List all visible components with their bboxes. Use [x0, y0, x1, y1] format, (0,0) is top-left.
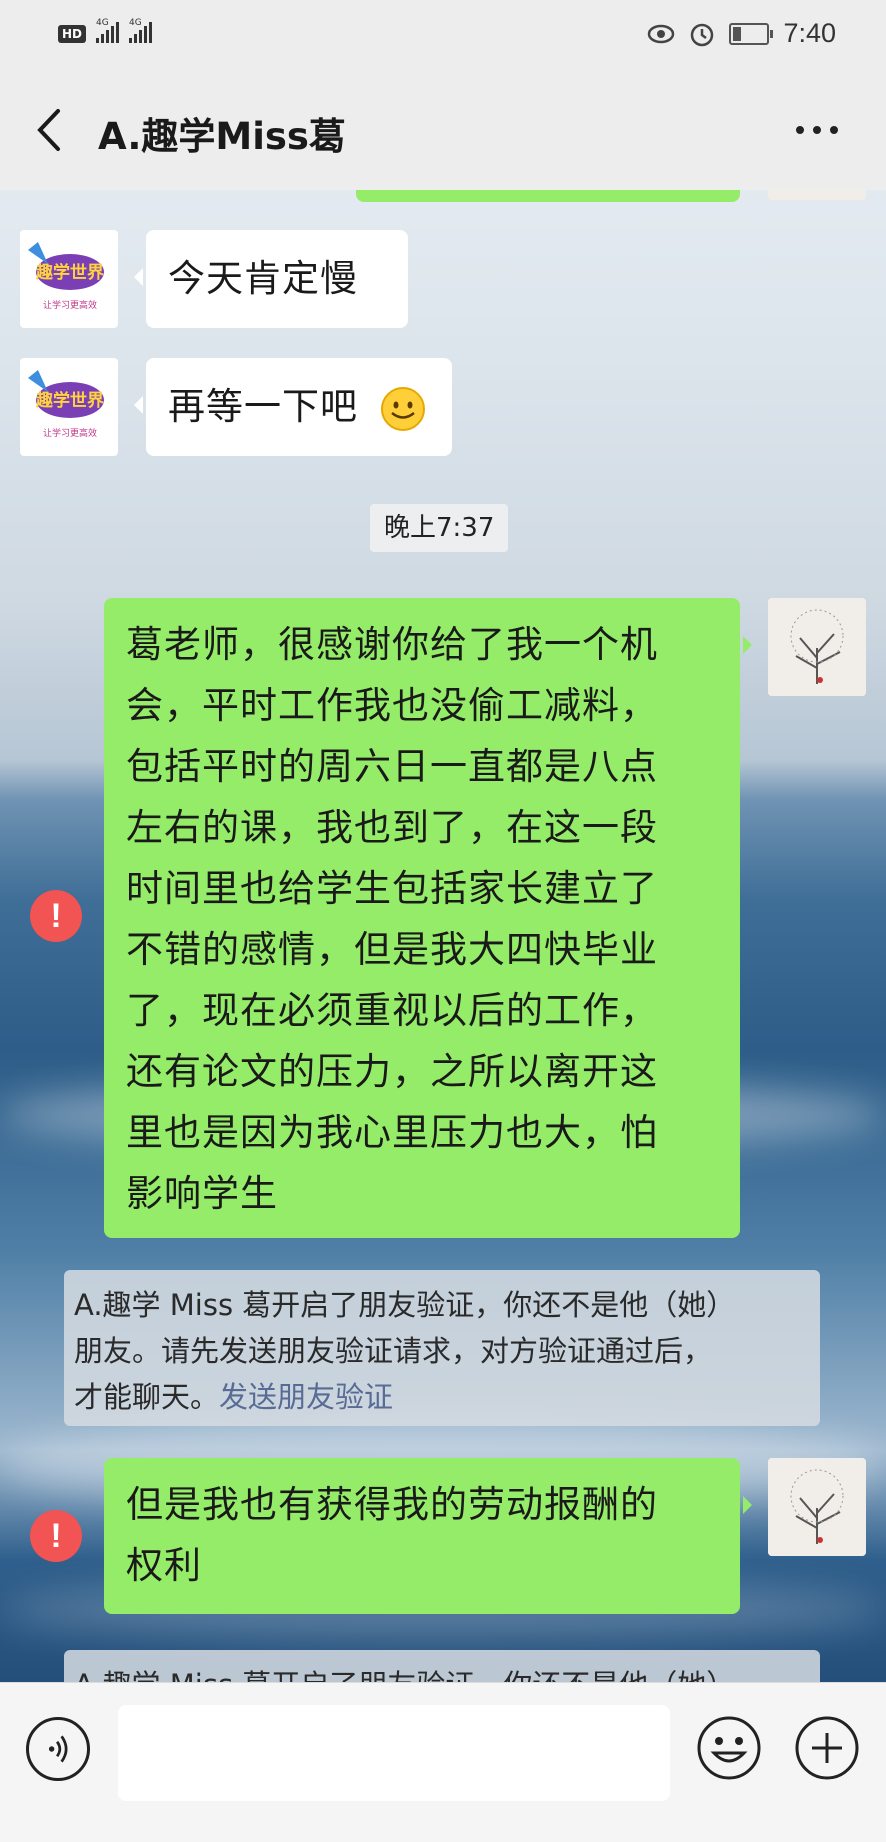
- status-bar: HD 4G 4G 7:40: [0, 0, 886, 72]
- input-bar: [0, 1682, 886, 1842]
- my-avatar[interactable]: [768, 598, 866, 696]
- chat-title: A.趣学Miss葛: [98, 115, 346, 158]
- friend-verification-notice: A.趣学 Miss 葛开启了朋友验证，你还不是他（她） 朋友。请先发送朋友验证请…: [64, 1270, 820, 1426]
- plus-icon[interactable]: [792, 1713, 862, 1783]
- more-icon[interactable]: [796, 126, 838, 134]
- clock: 7:40: [783, 18, 836, 48]
- svg-text:让学习更高效: 让学习更高效: [43, 427, 97, 439]
- svg-text:让学习更高效: 让学习更高效: [43, 299, 97, 311]
- eye-icon: [648, 24, 675, 43]
- contact-avatar[interactable]: 趣学世界 让学习更高效: [20, 358, 118, 456]
- message-bubble-incoming[interactable]: 今天肯定慢: [134, 230, 408, 328]
- send-verification-link[interactable]: 发送朋友验证: [219, 1380, 393, 1414]
- send-failed-icon[interactable]: !: [30, 1510, 82, 1562]
- timestamp: 晚上7:37: [370, 504, 509, 552]
- message-text: 今天肯定慢: [168, 257, 358, 300]
- message-bubble-outgoing[interactable]: 但是我也有获得我的劳动报酬的 权利: [104, 1458, 752, 1614]
- message-text: 葛老师，很感谢你给了我一个机 会，平时工作我也没偷工减料， 包括平时的周六日一直…: [126, 623, 658, 1215]
- signal-icon: 4G: [129, 18, 153, 43]
- send-failed-icon[interactable]: !: [30, 890, 82, 942]
- brand-logo: 趣学世界 让学习更高效: [28, 370, 104, 439]
- message-text: 但是我也有获得我的劳动报酬的 权利: [126, 1483, 658, 1587]
- emoji-icon[interactable]: [694, 1713, 764, 1783]
- signal-icon: 4G: [96, 18, 120, 43]
- message-input[interactable]: [118, 1705, 670, 1801]
- tree-picture: [768, 1458, 866, 1556]
- back-icon[interactable]: [30, 105, 70, 155]
- my-avatar[interactable]: [768, 1458, 866, 1556]
- brand-logo: 趣学世界 让学习更高效: [28, 242, 104, 311]
- app-header: HD 4G 4G 7:40 A.趣学Miss葛: [0, 0, 886, 190]
- smile-emoji-icon: [381, 387, 425, 431]
- voice-icon[interactable]: [26, 1717, 90, 1781]
- message-bubble-incoming[interactable]: 再等一下吧: [134, 358, 452, 456]
- message-bubble-outgoing[interactable]: 葛老师，很感谢你给了我一个机 会，平时工作我也没偷工减料， 包括平时的周六日一直…: [104, 598, 752, 1238]
- svg-text:趣学世界: 趣学世界: [35, 390, 104, 411]
- message-text: 再等一下吧: [168, 385, 358, 428]
- hd-badge: HD: [58, 25, 87, 43]
- alarm-icon: [691, 23, 714, 46]
- svg-text:趣学世界: 趣学世界: [35, 262, 104, 283]
- battery-icon: [729, 22, 774, 45]
- contact-avatar[interactable]: 趣学世界 让学习更高效: [20, 230, 118, 328]
- tree-picture: [768, 598, 866, 696]
